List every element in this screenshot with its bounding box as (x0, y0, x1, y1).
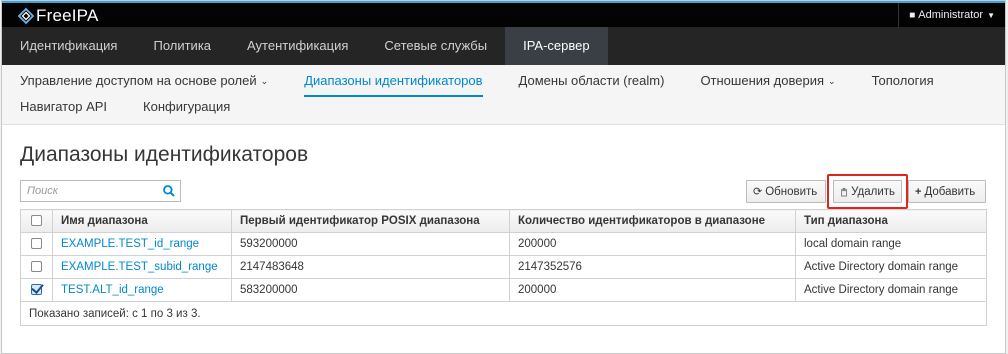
chevron-down-icon: ⌄ (260, 76, 269, 86)
nav-ipa-server[interactable]: IPA-сервер (505, 27, 608, 65)
type-cell: Active Directory domain range (795, 255, 987, 279)
select-all-checkbox[interactable] (31, 215, 42, 227)
brand-logo[interactable]: FreeIPA (18, 5, 99, 27)
subnav-configuration[interactable]: Конфигурация (125, 95, 248, 121)
range-name-link[interactable]: EXAMPLE.TEST_subid_range (61, 261, 218, 273)
type-cell: local domain range (795, 232, 987, 256)
first-id-cell: 583200000 (231, 278, 510, 302)
subnav-realm-domains[interactable]: Домены области (realm) (501, 69, 683, 95)
row-checkbox[interactable] (31, 261, 42, 273)
user-name: Administrator (918, 9, 984, 21)
nav-network-services[interactable]: Сетевые службы (366, 27, 505, 65)
plus-icon: + (915, 185, 922, 198)
app-window: FreeIPA ■ Administrator ▼ Идентификация … (1, 0, 1006, 354)
subnav-rbac[interactable]: Управление доступом на основе ролей ⌄ (2, 69, 286, 95)
row-select-cell (20, 255, 53, 279)
user-menu[interactable]: ■ Administrator ▼ (898, 3, 1005, 27)
subnav-rbac-label: Управление доступом на основе ролей (20, 73, 257, 88)
refresh-button[interactable]: ⟳ Обновить (746, 180, 826, 203)
refresh-label: Обновить (765, 185, 818, 198)
table-header-row: Имя диапазона Первый идентификатор POSIX… (20, 209, 987, 233)
subnav-topology[interactable]: Топология (854, 69, 952, 95)
range-name-link[interactable]: TEST.ALT_id_range (61, 284, 164, 296)
search-box (20, 180, 181, 202)
row-select-cell (20, 278, 53, 302)
user-icon: ■ (909, 9, 916, 21)
nav-policy[interactable]: Политика (135, 27, 229, 65)
add-label: Добавить (924, 185, 976, 198)
select-all-cell (20, 209, 53, 233)
search-input[interactable] (21, 181, 159, 201)
table-row: TEST.ALT_id_range 583200000 200000 Activ… (20, 278, 987, 302)
range-name-cell: TEST.ALT_id_range (52, 278, 232, 302)
nav-authentication[interactable]: Аутентификация (229, 27, 366, 65)
table-row: EXAMPLE.TEST_id_range 593200000 200000 l… (20, 232, 987, 256)
id-ranges-table: Имя диапазона Первый идентификатор POSIX… (20, 209, 987, 326)
primary-nav: Идентификация Политика Аутентификация Се… (2, 27, 1005, 65)
secondary-nav: Управление доступом на основе ролей ⌄ Диа… (2, 65, 1005, 125)
page-title: Диапазоны идентификаторов (20, 143, 309, 166)
nav-identity[interactable]: Идентификация (2, 27, 135, 65)
search-icon[interactable] (162, 184, 176, 198)
chevron-down-icon: ⌄ (828, 76, 836, 86)
subnav-id-ranges[interactable]: Диапазоны идентификаторов (286, 69, 500, 97)
first-id-cell: 593200000 (231, 232, 510, 256)
count-cell: 200000 (509, 278, 796, 302)
delete-button[interactable]: Удалить (833, 180, 902, 203)
top-bar: FreeIPA ■ Administrator ▼ (2, 1, 1005, 27)
type-cell: Active Directory domain range (795, 278, 987, 302)
column-header-first-id[interactable]: Первый идентификатор POSIX диапазона (231, 209, 510, 233)
first-id-cell: 2147483648 (231, 255, 510, 279)
row-select-cell (20, 232, 53, 256)
column-header-name[interactable]: Имя диапазона (52, 209, 232, 233)
row-checkbox[interactable] (31, 238, 42, 250)
count-cell: 2147352576 (509, 255, 796, 279)
column-header-type[interactable]: Тип диапазона (795, 209, 987, 233)
table-row: EXAMPLE.TEST_subid_range 2147483648 2147… (20, 255, 987, 279)
range-name-cell: EXAMPLE.TEST_id_range (52, 232, 232, 256)
subnav-api-browser[interactable]: Навигатор API (2, 95, 125, 121)
count-cell: 200000 (509, 232, 796, 256)
row-checkbox-checked[interactable] (31, 284, 42, 296)
caret-down-icon: ▼ (987, 10, 995, 20)
table-summary: Показано записей: с 1 по 3 из 3. (20, 301, 987, 326)
column-header-count[interactable]: Количество идентификаторов в диапазоне (509, 209, 796, 233)
freeipa-logo-icon (18, 8, 34, 24)
subnav-trusts[interactable]: Отношения доверия ⌄ (682, 69, 853, 95)
trash-icon (840, 187, 848, 196)
delete-label: Удалить (851, 185, 895, 198)
add-button[interactable]: + Добавить (908, 180, 986, 203)
brand-name: FreeIPA (36, 6, 99, 25)
table-footer-row: Показано записей: с 1 по 3 из 3. (20, 301, 987, 326)
subnav-trusts-label: Отношения доверия (700, 73, 825, 88)
range-name-link[interactable]: EXAMPLE.TEST_id_range (61, 238, 199, 250)
range-name-cell: EXAMPLE.TEST_subid_range (52, 255, 232, 279)
refresh-icon: ⟳ (753, 186, 763, 198)
